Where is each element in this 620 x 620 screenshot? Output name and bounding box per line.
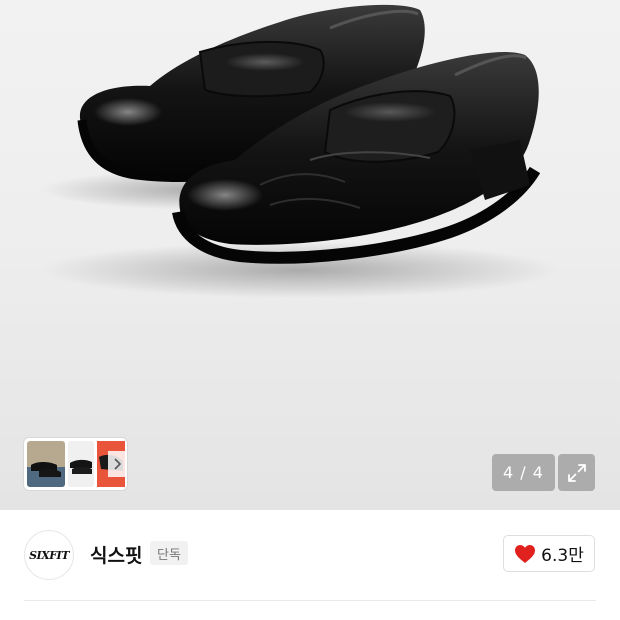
shop-name[interactable]: 식스핏 [90, 541, 142, 568]
thumbnail-shoes-on-feet[interactable] [27, 441, 65, 487]
product-image-gallery[interactable]: 4 / 4 [0, 0, 620, 510]
heart-icon [515, 544, 536, 563]
product-detail-page: 4 / 4 SIXFIT 식스핏 단독 6.3만 [0, 0, 620, 620]
thumbnail-strip[interactable] [24, 438, 127, 490]
like-count: 6.3만 [541, 546, 584, 566]
image-counter: 4 / 4 [492, 454, 555, 491]
divider [24, 600, 596, 601]
image-counter-text: 4 / 4 [503, 463, 544, 482]
expand-button[interactable] [558, 454, 595, 491]
thumbnail-shoes-pair[interactable] [68, 441, 94, 487]
shop-logo[interactable]: SIXFIT [24, 530, 74, 580]
expand-icon [567, 463, 586, 482]
chevron-right-icon[interactable] [108, 451, 126, 477]
like-button[interactable]: 6.3만 [503, 535, 595, 572]
exclusive-badge: 단독 [150, 541, 188, 565]
shop-info-bar: SIXFIT 식스핏 단독 6.3만 [0, 510, 620, 600]
shop-logo-text: SIXFIT [29, 548, 69, 562]
loafer-shoes-photo [40, 4, 560, 298]
